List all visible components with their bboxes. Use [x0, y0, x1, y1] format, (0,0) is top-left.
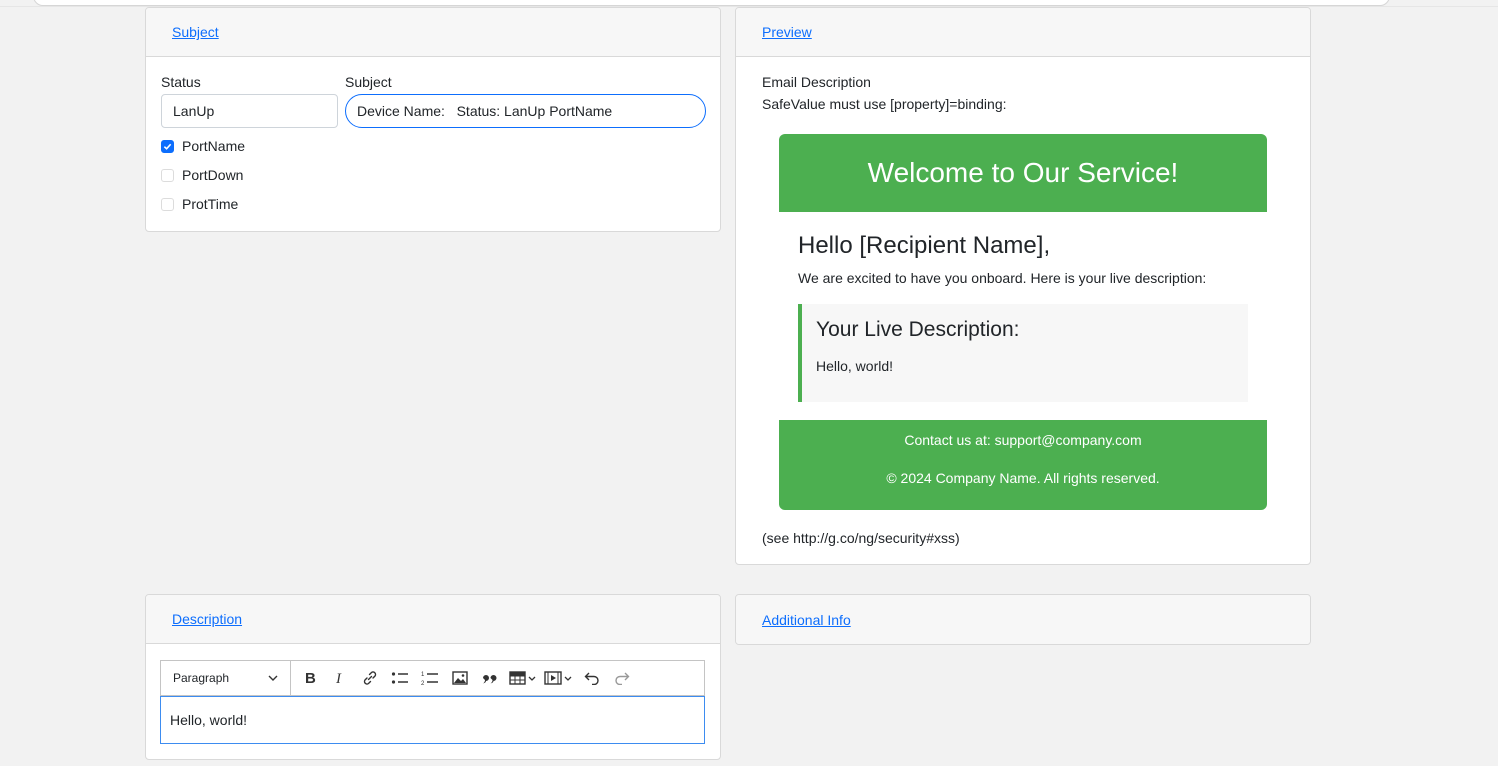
status-label: Status: [161, 74, 201, 90]
checkbox-unchecked-icon[interactable]: [161, 197, 174, 211]
checkbox-label: ProtTime: [182, 196, 239, 212]
safevalue-note: SafeValue must use [property]=binding:: [762, 96, 1007, 112]
editor-toolbar: Paragraph B I 12: [160, 660, 705, 696]
additional-info-header-link[interactable]: Additional Info: [762, 612, 851, 628]
bold-icon[interactable]: B: [295, 661, 325, 695]
redo-icon[interactable]: [607, 661, 637, 695]
preview-card: Preview Email Description SafeValue must…: [735, 7, 1311, 565]
footer-contact: Contact us at: support@company.com: [904, 432, 1142, 448]
link-icon[interactable]: [355, 661, 385, 695]
subject-card: Subject Status Subject PortName PortDown…: [145, 7, 721, 232]
table-icon[interactable]: [505, 661, 541, 695]
svg-text:2: 2: [421, 681, 425, 686]
blockquote-icon[interactable]: [475, 661, 505, 695]
status-input[interactable]: [161, 94, 338, 128]
checkbox-checked-icon[interactable]: [161, 139, 174, 153]
checkbox-portname[interactable]: PortName: [161, 138, 245, 154]
image-icon[interactable]: [445, 661, 475, 695]
email-footer: Contact us at: support@company.com © 202…: [779, 420, 1267, 510]
italic-icon[interactable]: I: [325, 661, 355, 695]
paragraph-dropdown-label: Paragraph: [173, 671, 230, 685]
description-card: Description Paragraph B I 12 Hello, worl…: [145, 594, 721, 760]
additional-info-card: Additional Info: [735, 594, 1311, 645]
live-description-box: Your Live Description: Hello, world!: [798, 304, 1248, 402]
checkbox-label: PortName: [182, 138, 246, 154]
subject-label: Subject: [345, 74, 392, 90]
paragraph-dropdown[interactable]: Paragraph: [161, 661, 291, 695]
preview-header-link[interactable]: Preview: [762, 24, 812, 40]
svg-text:1: 1: [421, 672, 425, 678]
svg-text:I: I: [335, 671, 342, 685]
additional-info-card-header: Additional Info: [736, 595, 1310, 644]
subject-card-header: Subject: [146, 8, 720, 57]
subject-input[interactable]: [345, 94, 706, 128]
subject-header-link[interactable]: Subject: [172, 24, 219, 40]
description-card-header: Description: [146, 595, 720, 644]
svg-text:B: B: [305, 671, 316, 685]
live-description-title: Your Live Description:: [816, 318, 1020, 341]
preview-card-header: Preview: [736, 8, 1310, 57]
numbered-list-icon[interactable]: 12: [415, 661, 445, 695]
email-content: Hello [Recipient Name], We are excited t…: [779, 212, 1267, 420]
email-greeting: Hello [Recipient Name],: [798, 232, 1051, 259]
email-preview: Welcome to Our Service! Hello [Recipient…: [779, 134, 1267, 510]
bulleted-list-icon[interactable]: [385, 661, 415, 695]
email-description-label: Email Description: [762, 74, 871, 90]
security-note: (see http://g.co/ng/security#xss): [762, 530, 960, 546]
checkbox-prottime[interactable]: ProtTime: [161, 196, 238, 212]
checkbox-portdown[interactable]: PortDown: [161, 167, 243, 183]
live-description-text: Hello, world!: [816, 358, 894, 374]
checkbox-unchecked-icon[interactable]: [161, 168, 174, 182]
footer-copyright: © 2024 Company Name. All rights reserved…: [886, 470, 1160, 486]
description-header-link[interactable]: Description: [172, 611, 242, 627]
media-icon[interactable]: [541, 661, 577, 695]
email-header: Welcome to Our Service!: [779, 134, 1267, 212]
undo-icon[interactable]: [577, 661, 607, 695]
rich-text-editor[interactable]: Hello, world!: [160, 696, 705, 744]
checkbox-label: PortDown: [182, 167, 244, 183]
chevron-down-icon: [268, 675, 278, 681]
email-intro: We are excited to have you onboard. Here…: [798, 270, 1207, 286]
top-search-bar[interactable]: [33, 0, 1390, 6]
